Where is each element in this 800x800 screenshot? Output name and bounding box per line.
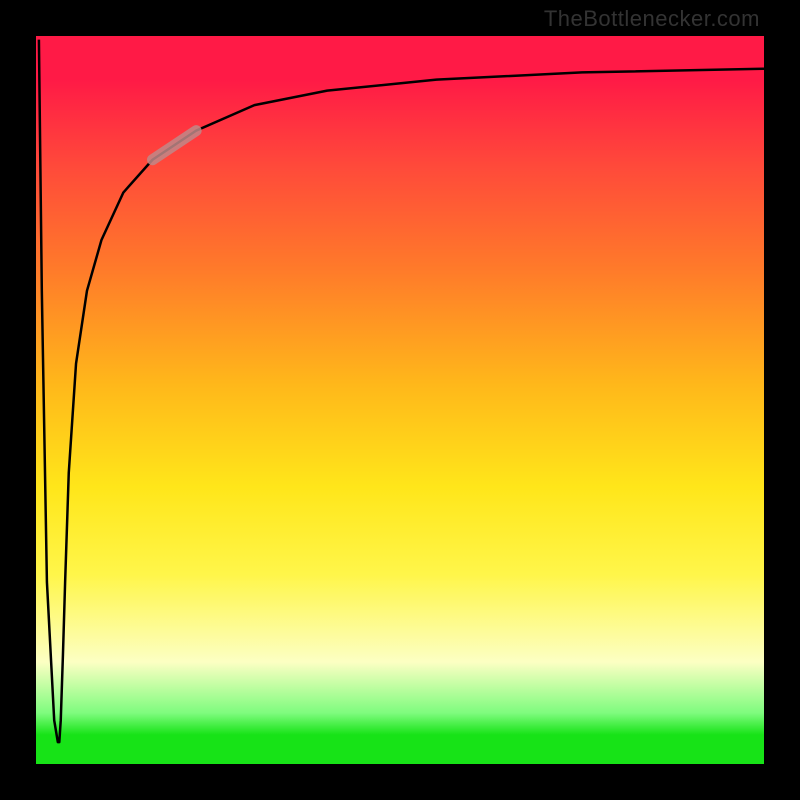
watermark: TheBottlenecker.com bbox=[544, 6, 760, 32]
watermark-text: TheBottlenecker.com bbox=[544, 6, 760, 31]
plot-area bbox=[36, 36, 764, 764]
chart-stage: TheBottlenecker.com bbox=[0, 0, 800, 800]
curve-layer bbox=[36, 36, 764, 764]
highlight-segment bbox=[152, 131, 196, 160]
bottleneck-curve bbox=[39, 40, 764, 743]
